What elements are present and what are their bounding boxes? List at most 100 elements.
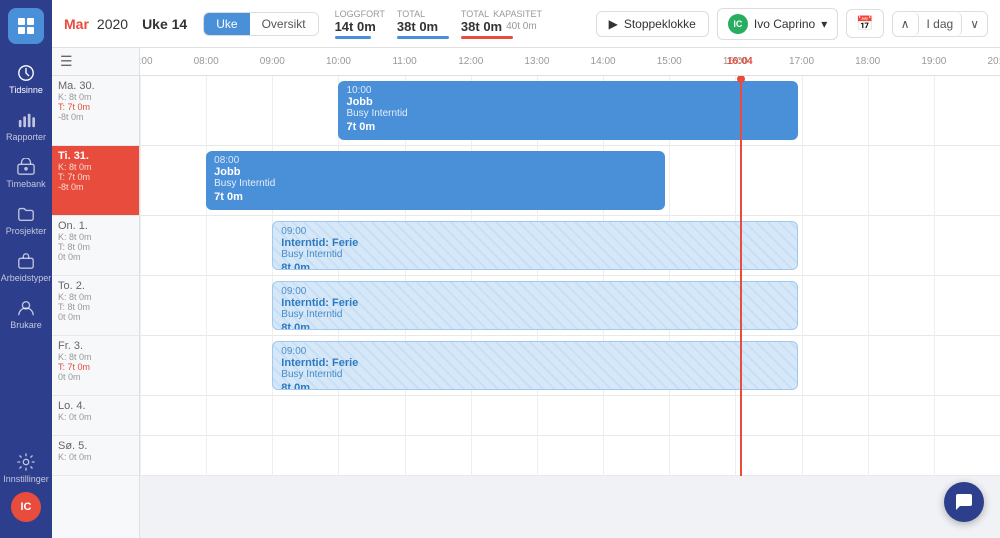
sidebar-item-brukare[interactable]: Brukare [0, 291, 52, 338]
now-time-label: 16:04 [727, 56, 753, 67]
grid-line-0700 [140, 76, 141, 476]
stat-capacity: TOTAL KAPASITET 38t 0m 40t 0m [461, 9, 542, 39]
capacity-bar [461, 36, 513, 39]
evt-wednesday-ferie[interactable]: 09:00 Interntid: Ferie Busy Interntid 8t… [272, 221, 797, 270]
stopwatch-button[interactable]: ▶ Stoppeklokke [596, 11, 709, 37]
chat-button[interactable] [944, 482, 984, 522]
time-label-1800: 18:00 [855, 56, 880, 67]
event-duration: 7t 0m [214, 191, 657, 203]
grid-line-1700 [802, 76, 803, 476]
sidebar-item-tidsinne[interactable]: Tidsinne [0, 56, 52, 103]
chevron-down-icon: ▾ [821, 17, 827, 31]
day-tracked-monday: T: 7t 0m [58, 102, 133, 112]
sidebar-item-timebank[interactable]: Timebank [0, 150, 52, 197]
event-title: Interntid: Ferie [281, 297, 788, 309]
sidebar-item-prosjekter[interactable]: Prosjekter [0, 197, 52, 244]
event-time: 09:00 [281, 346, 788, 357]
day-cell-thursday: To. 2. K: 8t 0m T: 8t 0m 0t 0m [52, 276, 139, 336]
event-time: 10:00 [346, 85, 789, 96]
timeline-area: 07:0008:0009:0010:0011:0012:0013:0014:00… [140, 48, 1000, 538]
day-capacity-friday: K: 8t 0m [58, 352, 133, 362]
time-label-1900: 19:00 [921, 56, 946, 67]
day-capacity-wednesday: K: 8t 0m [58, 232, 133, 242]
timeline-row-monday: 10:00 Jobb Busy Interntid 7t 0m [140, 76, 1000, 146]
event-duration: 8t 0m [281, 322, 788, 330]
time-label-2000: 20:00 [987, 56, 1000, 67]
sidebar-item-label: Innstillinger [3, 474, 49, 484]
header-month: Mar [64, 16, 89, 32]
sidebar: Tidsinne Rapporter Timebank Prosjekter A… [0, 0, 52, 538]
day-diff-friday: 0t 0m [58, 372, 133, 382]
event-time: 09:00 [281, 286, 788, 297]
time-label-1400: 14:00 [591, 56, 616, 67]
evt-friday-ferie[interactable]: 09:00 Interntid: Ferie Busy Interntid 8t… [272, 341, 797, 390]
event-duration: 8t 0m [281, 382, 788, 390]
sidebar-item-arbeidstyper[interactable]: Arbeidstyper [0, 244, 52, 291]
day-capacity-saturday: K: 0t 0m [58, 412, 133, 422]
grid-line-1800 [868, 76, 869, 476]
stat-logged: LOGGFORT 14t 0m [335, 9, 385, 39]
tab-oversikt[interactable]: Oversikt [250, 13, 318, 35]
time-label-0700: 07:00 [140, 56, 153, 67]
logged-bar [335, 36, 371, 39]
day-capacity-tuesday: K: 8t 0m [58, 162, 133, 172]
grid-line-0800 [206, 76, 207, 476]
app-logo[interactable] [8, 8, 44, 44]
event-title: Interntid: Ferie [281, 237, 788, 249]
calendar-area: ☰ Ma. 30. K: 8t 0m T: 7t 0m -8t 0m Ti. 3… [52, 48, 1000, 538]
time-label-0800: 08:00 [194, 56, 219, 67]
day-diff-thursday: 0t 0m [58, 312, 133, 322]
today-button[interactable]: I dag [919, 12, 963, 36]
sidebar-item-label: Prosjekter [6, 226, 47, 236]
timeline-header: 07:0008:0009:0010:0011:0012:0013:0014:00… [140, 48, 1000, 76]
event-time: 08:00 [214, 155, 657, 166]
sidebar-item-label: Brukare [10, 320, 42, 330]
sidebar-item-label: Rapporter [6, 132, 46, 142]
event-duration: 7t 0m [346, 121, 789, 133]
play-icon: ▶ [609, 17, 618, 31]
timeline-body: 10:00 Jobb Busy Interntid 7t 0m 08:00 Jo… [140, 76, 1000, 476]
header-right: ▶ Stoppeklokke IC Ivo Caprino ▾ 📅 ∧ I da… [596, 8, 988, 40]
calendar-button[interactable]: 📅 [846, 9, 883, 38]
hamburger-button[interactable]: ☰ [60, 53, 73, 70]
time-label-1200: 12:00 [458, 56, 483, 67]
day-tracked-thursday: T: 8t 0m [58, 302, 133, 312]
tab-uke[interactable]: Uke [204, 13, 249, 35]
time-label-1300: 13:00 [524, 56, 549, 67]
time-label-1500: 15:00 [657, 56, 682, 67]
evt-tuesday-jobb[interactable]: 08:00 Jobb Busy Interntid 7t 0m [206, 151, 665, 210]
event-subtitle: Busy Interntid [346, 108, 789, 119]
event-title: Jobb [346, 96, 789, 108]
day-diff-monday: -8t 0m [58, 112, 133, 122]
prev-button[interactable]: ∧ [893, 12, 919, 36]
evt-thursday-ferie[interactable]: 09:00 Interntid: Ferie Busy Interntid 8t… [272, 281, 797, 330]
header-nav: Mar 2020 Uke 14 [64, 16, 187, 32]
timeline-row-thursday: 09:00 Interntid: Ferie Busy Interntid 8t… [140, 276, 1000, 336]
total-bar [397, 36, 449, 39]
day-capacity-monday: K: 8t 0m [58, 92, 133, 102]
day-cell-tuesday: Ti. 31. K: 8t 0m T: 7t 0m -8t 0m [52, 146, 139, 216]
event-subtitle: Busy Interntid [281, 309, 788, 320]
top-header: Mar 2020 Uke 14 Uke Oversikt LOGGFORT 14… [52, 0, 1000, 48]
timeline-row-friday: 09:00 Interntid: Ferie Busy Interntid 8t… [140, 336, 1000, 396]
evt-monday-jobb[interactable]: 10:00 Jobb Busy Interntid 7t 0m [338, 81, 797, 140]
day-name-wednesday: On. 1. [58, 220, 133, 232]
view-tabs: Uke Oversikt [203, 12, 318, 36]
user-menu-button[interactable]: IC Ivo Caprino ▾ [717, 8, 838, 40]
day-cell-sunday: Sø. 5. K: 0t 0m [52, 436, 139, 476]
day-cell-wednesday: On. 1. K: 8t 0m T: 8t 0m 0t 0m [52, 216, 139, 276]
day-cell-monday: Ma. 30. K: 8t 0m T: 7t 0m -8t 0m [52, 76, 139, 146]
event-title: Interntid: Ferie [281, 357, 788, 369]
next-button[interactable]: ∨ [962, 12, 987, 36]
event-title: Jobb [214, 166, 657, 178]
grid-line-1900 [934, 76, 935, 476]
sidebar-item-rapporter[interactable]: Rapporter [0, 103, 52, 150]
time-label-0900: 09:00 [260, 56, 285, 67]
header-year: 2020 [97, 16, 128, 32]
day-column: ☰ Ma. 30. K: 8t 0m T: 7t 0m -8t 0m Ti. 3… [52, 48, 140, 538]
user-avatar[interactable]: IC [11, 492, 41, 522]
sidebar-item-innstillinger[interactable]: Innstillinger [0, 445, 52, 492]
day-tracked-friday: T: 7t 0m [58, 362, 133, 372]
day-capacity-sunday: K: 0t 0m [58, 452, 133, 462]
sidebar-item-label: Timebank [6, 179, 45, 189]
